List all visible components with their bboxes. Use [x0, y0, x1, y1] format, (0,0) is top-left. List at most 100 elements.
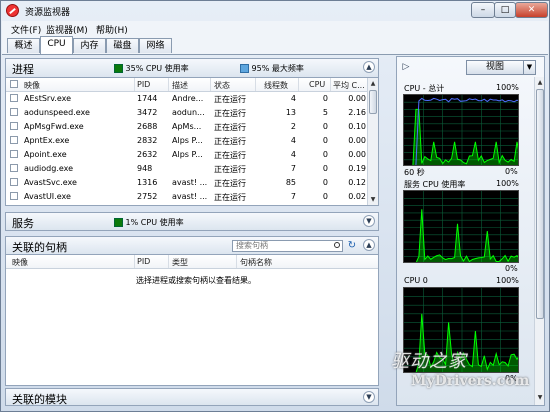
process-status: 正在运行: [214, 95, 246, 104]
col-image[interactable]: 映像: [24, 80, 40, 91]
close-button[interactable]: ✕: [515, 2, 548, 18]
collapse-handles-icon[interactable]: ▲: [363, 239, 375, 251]
expand-modules-icon[interactable]: ▼: [363, 391, 375, 403]
graph-cpu-total: [403, 94, 519, 166]
tab-memory[interactable]: 内存: [73, 38, 106, 53]
graphs-scroll-down-icon[interactable]: ▼: [536, 393, 544, 402]
expand-services-icon[interactable]: ▼: [363, 215, 375, 227]
handles-empty-message: 选择进程或搜索句柄以查看结果。: [136, 276, 256, 285]
menu-help[interactable]: 帮助(H): [96, 23, 128, 36]
search-placeholder: 搜索句柄: [236, 241, 268, 250]
process-pid: 1316: [137, 178, 158, 187]
process-desc: Andre...: [172, 94, 204, 103]
processes-scrollbar[interactable]: ▲ ▼: [367, 78, 378, 205]
collapse-right-pane-icon[interactable]: ▷: [400, 61, 412, 73]
refresh-icon[interactable]: ↻: [346, 240, 358, 252]
process-row[interactable]: ApntEx.exe 2832 Alps P... 正在运行 4 0 0.00: [6, 134, 368, 147]
handles-table: 映像 PID 类型 句柄名称 选择进程或搜索句柄以查看结果。: [5, 255, 379, 386]
process-status: 正在运行: [214, 151, 246, 160]
col-threads[interactable]: 线程数: [264, 80, 288, 91]
process-desc: Alps P...: [172, 136, 203, 145]
handles-col-name[interactable]: 句柄名称: [240, 257, 272, 268]
process-pid: 948: [137, 164, 153, 173]
maximize-button[interactable]: □: [494, 2, 516, 18]
process-row[interactable]: ApMsgFwd.exe 2688 ApMs... 正在运行 2 0 0.10: [6, 120, 368, 133]
process-image: Apoint.exe: [24, 150, 67, 159]
process-checkbox[interactable]: [10, 122, 18, 130]
process-avg: 2.16: [348, 108, 366, 117]
scroll-thumb[interactable]: [369, 90, 377, 114]
process-checkbox[interactable]: [10, 136, 18, 144]
process-avg: 0.00: [348, 150, 366, 159]
resource-monitor-icon: [6, 4, 19, 17]
processes-max-freq: 95% 最大频率: [240, 63, 304, 74]
scroll-up-icon[interactable]: ▲: [369, 79, 377, 88]
col-pid[interactable]: PID: [137, 80, 150, 89]
search-icon[interactable]: [334, 242, 340, 248]
process-image: ApntEx.exe: [24, 136, 70, 145]
process-row[interactable]: AvastSvc.exe 1316 avast! ... 正在运行 85 0 0.12: [6, 176, 368, 189]
col-description[interactable]: 描述: [172, 80, 188, 91]
handles-col-type[interactable]: 类型: [172, 257, 188, 268]
services-title: 服务: [12, 217, 34, 230]
tab-cpu[interactable]: CPU: [40, 36, 73, 54]
scroll-down-icon[interactable]: ▼: [369, 195, 377, 204]
process-threads: 13: [285, 108, 296, 117]
handles-col-image[interactable]: 映像: [12, 257, 28, 268]
view-dropdown-icon[interactable]: ▼: [523, 60, 536, 75]
collapse-processes-icon[interactable]: ▲: [363, 61, 375, 73]
handles-search-input[interactable]: 搜索句柄: [232, 240, 343, 252]
cpu-usage-legend-icon: [114, 64, 123, 73]
process-avg: 0.00: [348, 136, 366, 145]
menu-monitor[interactable]: 监视器(M): [46, 23, 88, 36]
process-pid: 1744: [137, 94, 158, 103]
max-freq-legend-icon: [240, 64, 249, 73]
process-threads: 4: [290, 136, 296, 145]
tab-overview[interactable]: 概述: [7, 38, 40, 53]
modules-header[interactable]: 关联的模块 ▼: [5, 388, 379, 406]
process-checkbox[interactable]: [10, 108, 18, 116]
processes-table-header: 映像 PID 描述 状态 线程数 CPU 平均 C...: [6, 78, 368, 92]
minimize-button[interactable]: –: [471, 2, 495, 18]
process-row[interactable]: aodunspeed.exe 3472 aodun... 正在运行 13 5 2.16: [6, 106, 368, 119]
view-button[interactable]: 视图: [466, 60, 524, 75]
services-header[interactable]: 服务 1% CPU 使用率 ▼: [5, 212, 379, 231]
process-checkbox[interactable]: [10, 192, 18, 200]
graphs-scroll-thumb[interactable]: [536, 89, 544, 319]
process-threads: 7: [290, 164, 296, 173]
process-checkbox[interactable]: [10, 164, 18, 172]
col-cpu[interactable]: CPU: [309, 80, 325, 89]
col-status[interactable]: 状态: [214, 80, 230, 91]
process-row[interactable]: Apoint.exe 2632 Alps P... 正在运行 4 0 0.00: [6, 148, 368, 161]
processes-header[interactable]: 进程 35% CPU 使用率 95% 最大频率 ▲: [5, 58, 379, 78]
process-checkbox[interactable]: [10, 178, 18, 186]
graphs-scrollbar[interactable]: ▲ ▼: [534, 77, 544, 405]
process-cpu: 5: [322, 108, 328, 117]
process-status: 正在运行: [214, 179, 246, 188]
graphs-scroll-up-icon[interactable]: ▲: [536, 78, 544, 87]
col-avg-cpu[interactable]: 平均 C...: [333, 80, 365, 91]
menu-file[interactable]: 文件(F): [11, 23, 41, 36]
process-checkbox[interactable]: [10, 94, 18, 102]
process-desc: avast! ...: [172, 192, 208, 201]
graph-cpu-total-label: CPU - 总计: [404, 84, 445, 93]
handles-header[interactable]: 关联的句柄 搜索句柄 ↻ ▲: [5, 236, 379, 255]
select-all-checkbox[interactable]: [10, 80, 18, 88]
graph-cpu0-max: 100%: [496, 276, 519, 285]
tab-network[interactable]: 网络: [139, 38, 172, 53]
process-row[interactable]: audiodg.exe 948 正在运行 7 0 0.19: [6, 162, 368, 175]
process-row[interactable]: AEstSrv.exe 1744 Andre... 正在运行 4 0 0.00: [6, 92, 368, 105]
process-image: aodunspeed.exe: [24, 108, 90, 117]
process-checkbox[interactable]: [10, 150, 18, 158]
process-image: AvastUI.exe: [24, 192, 71, 201]
process-status: 正在运行: [214, 137, 246, 146]
tab-disk[interactable]: 磁盘: [106, 38, 139, 53]
process-row[interactable]: AvastUI.exe 2752 avast! ... 正在运行 7 0 0.02: [6, 190, 368, 203]
process-status: 正在运行: [214, 193, 246, 202]
process-pid: 2632: [137, 150, 158, 159]
max-freq-text: 95% 最大频率: [251, 64, 304, 73]
title-bar: 资源监视器 – □ ✕: [1, 1, 549, 21]
handles-col-pid[interactable]: PID: [137, 257, 150, 266]
modules-title: 关联的模块: [12, 393, 67, 406]
process-avg: 0.19: [348, 164, 366, 173]
